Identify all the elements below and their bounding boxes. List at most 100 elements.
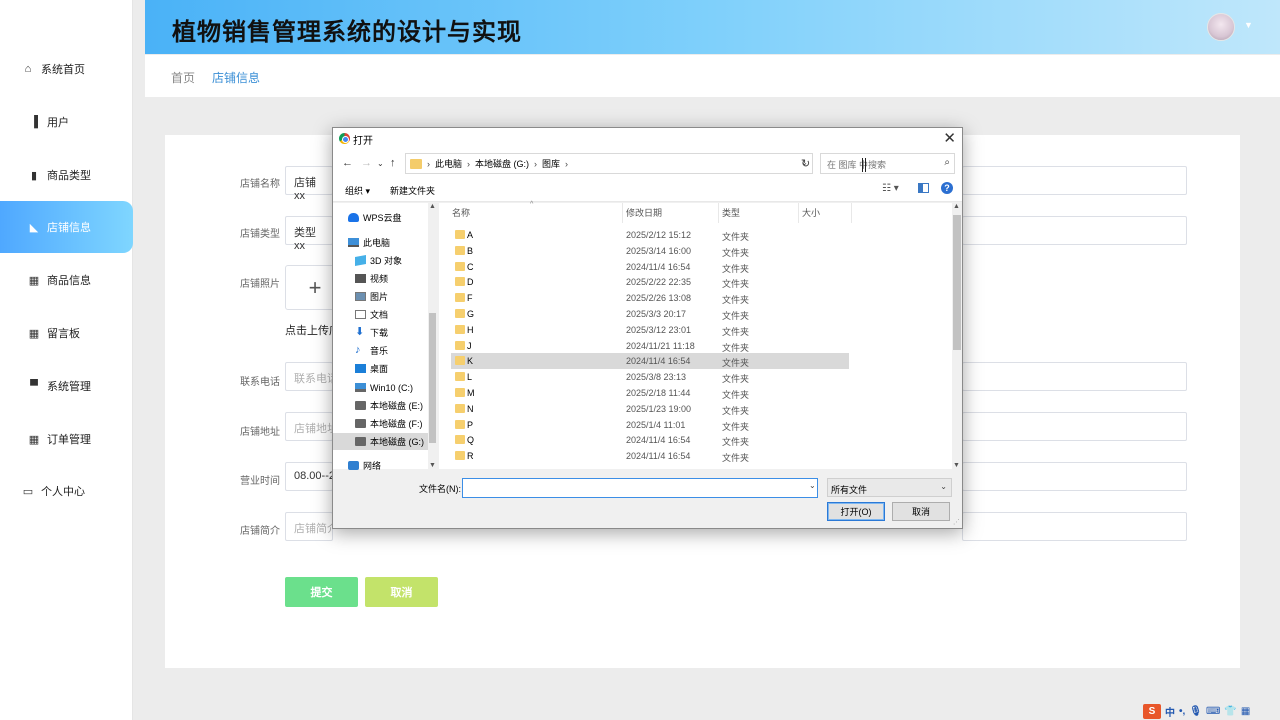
nav-item[interactable]: 此电脑 bbox=[333, 234, 429, 251]
chevron-down-icon[interactable]: ▼ bbox=[1244, 20, 1253, 30]
file-row[interactable]: M 2025/2/18 11:44 文件夹 bbox=[451, 385, 849, 401]
intro-input-tail[interactable] bbox=[962, 512, 1187, 541]
filename-input[interactable] bbox=[462, 478, 818, 498]
folder-icon bbox=[455, 324, 465, 334]
chevron-down-icon[interactable]: ⌄ bbox=[809, 481, 816, 490]
help-icon[interactable]: ? bbox=[941, 182, 953, 194]
sidebar-item-2[interactable]: ▮ 商品类型 bbox=[0, 149, 133, 201]
organize-menu[interactable]: 组织 ▾ bbox=[345, 184, 370, 197]
forward-arrow-icon[interactable]: → bbox=[361, 157, 372, 169]
file-name: D bbox=[467, 277, 474, 288]
file-row[interactable]: A 2025/2/12 15:12 文件夹 bbox=[451, 227, 849, 243]
grid-icon[interactable]: ▦ bbox=[1241, 706, 1250, 717]
column-type-header[interactable]: 类型 bbox=[722, 206, 740, 219]
cancel-button[interactable]: 取消 bbox=[365, 577, 438, 607]
breadcrumb-current: 店铺信息 bbox=[212, 71, 261, 85]
file-row[interactable]: N 2025/1/23 19:00 文件夹 bbox=[451, 401, 849, 417]
column-size-header[interactable]: 大小 bbox=[802, 206, 820, 219]
nav-item[interactable]: ⬇ 下载 bbox=[333, 324, 429, 341]
phone-input[interactable]: 联系电话 bbox=[285, 362, 333, 391]
nav-item[interactable]: 本地磁盘 (G:) bbox=[333, 433, 429, 450]
sidebar-item-7[interactable]: ▦ 订单管理 bbox=[0, 413, 133, 465]
nav-item[interactable]: 图片 bbox=[333, 288, 429, 305]
hours-input-tail[interactable] bbox=[962, 462, 1187, 491]
file-row[interactable]: Q 2024/11/4 16:54 文件夹 bbox=[451, 432, 849, 448]
punctuation-icon[interactable]: •, bbox=[1179, 706, 1185, 717]
address-input[interactable]: 店铺地址 bbox=[285, 412, 333, 441]
ime-logo-icon[interactable]: S bbox=[1143, 703, 1161, 719]
file-row[interactable]: R 2024/11/4 16:54 文件夹 bbox=[451, 448, 849, 464]
nav-item[interactable]: 本地磁盘 (E:) bbox=[333, 397, 429, 414]
sidebar-item-8[interactable]: ▭ 个人中心 bbox=[0, 465, 133, 517]
sidebar-item-6[interactable]: ▀ 系统管理 bbox=[0, 360, 133, 412]
file-list: ^ 名称 修改日期 类型 大小 ▲ ▼ A 2025/2/12 15:12 文件夹 B… bbox=[439, 201, 962, 469]
nav-item[interactable]: 3D 对象 bbox=[333, 252, 429, 269]
shop-name-input[interactable]: 店铺xx bbox=[285, 166, 333, 202]
path-segment[interactable]: 此电脑 bbox=[435, 157, 462, 170]
file-scrollbar[interactable]: ▲ ▼ bbox=[952, 203, 962, 469]
file-row[interactable]: P 2025/1/4 11:01 文件夹 bbox=[451, 417, 849, 433]
file-row[interactable]: H 2025/3/12 23:01 文件夹 bbox=[451, 322, 849, 338]
resize-grip-icon[interactable]: ⋰ bbox=[953, 518, 960, 526]
sidebar-item-3[interactable]: ◣ 店铺信息 bbox=[0, 201, 133, 253]
file-row[interactable]: J 2024/11/21 11:18 文件夹 bbox=[451, 338, 849, 354]
address-input-tail[interactable] bbox=[962, 412, 1187, 441]
nav-item[interactable]: 本地磁盘 (F:) bbox=[333, 415, 429, 432]
recent-chevron-icon[interactable]: ⌄ bbox=[377, 159, 384, 168]
folder-icon bbox=[455, 435, 465, 445]
nav-scrollbar[interactable]: ▲ ▼ bbox=[428, 203, 437, 469]
file-row[interactable]: L 2025/3/8 23:13 文件夹 bbox=[451, 369, 849, 385]
phone-input-tail[interactable] bbox=[962, 362, 1187, 391]
refresh-icon[interactable]: ↻ bbox=[801, 157, 810, 170]
file-scroll-thumb[interactable] bbox=[953, 215, 961, 350]
shop-name-input-tail[interactable] bbox=[962, 166, 1187, 195]
nav-item[interactable]: 视频 bbox=[333, 270, 429, 287]
path-segment[interactable]: 本地磁盘 (G:) bbox=[475, 157, 529, 170]
path-segment[interactable]: 图库 bbox=[542, 157, 560, 170]
column-name-header[interactable]: 名称 bbox=[452, 206, 470, 219]
open-button[interactable]: 打开(O) bbox=[827, 502, 885, 521]
shop-type-input[interactable]: 类型xx bbox=[285, 216, 333, 252]
file-row[interactable]: B 2025/3/14 16:00 文件夹 bbox=[451, 243, 849, 259]
view-options-icon[interactable]: ☷ ▾ bbox=[882, 183, 899, 194]
keyboard-icon[interactable]: ⌨ bbox=[1206, 706, 1220, 717]
preview-pane-icon[interactable] bbox=[918, 183, 929, 193]
nav-item[interactable]: 文档 bbox=[333, 306, 429, 323]
breadcrumb-home[interactable]: 首页 bbox=[171, 69, 195, 86]
file-row[interactable]: G 2025/3/3 20:17 文件夹 bbox=[451, 306, 849, 322]
nav-scroll-thumb[interactable] bbox=[429, 313, 436, 443]
file-row[interactable]: F 2025/2/26 13:08 文件夹 bbox=[451, 290, 849, 306]
microphone-icon[interactable]: 🎙 bbox=[1189, 706, 1202, 717]
close-icon[interactable]: ✕ bbox=[943, 129, 956, 147]
nav-item[interactable]: ♪ 音乐 bbox=[333, 342, 429, 359]
search-input[interactable]: 在 图库 中搜索 ⌕ bbox=[820, 153, 955, 174]
dialog-cancel-button[interactable]: 取消 bbox=[892, 502, 950, 521]
sidebar-item-5[interactable]: ▦ 留言板 bbox=[0, 307, 133, 359]
filetype-select[interactable]: 所有文件 ⌄ bbox=[827, 478, 952, 497]
file-row[interactable]: D 2025/2/22 22:35 文件夹 bbox=[451, 274, 849, 290]
file-row[interactable]: C 2024/11/4 16:54 文件夹 bbox=[451, 259, 849, 275]
nav-item[interactable]: Win10 (C:) bbox=[333, 379, 429, 396]
nav-item-label: 桌面 bbox=[370, 364, 389, 374]
shop-type-input-tail[interactable] bbox=[962, 216, 1187, 245]
nav-item[interactable]: 桌面 bbox=[333, 360, 429, 377]
address-path[interactable]: › 此电脑 › 本地磁盘 (G:) › 图库 › ⌄ bbox=[405, 153, 813, 174]
submit-button[interactable]: 提交 bbox=[285, 577, 358, 607]
hours-input[interactable]: 08.00--2 bbox=[285, 462, 333, 491]
sidebar-item-1[interactable]: ▐ 用户 bbox=[0, 96, 133, 148]
user-avatar[interactable] bbox=[1207, 13, 1235, 41]
shirt-icon[interactable]: 👕 bbox=[1224, 706, 1236, 717]
up-arrow-icon[interactable]: ↑ bbox=[390, 157, 396, 169]
sidebar-item-4[interactable]: ▦ 商品信息 bbox=[0, 254, 133, 306]
file-row[interactable]: K 2024/11/4 16:54 文件夹 bbox=[451, 353, 849, 370]
nav-item[interactable]: WPS云盘 bbox=[333, 209, 429, 226]
file-type: 文件夹 bbox=[722, 437, 750, 448]
back-arrow-icon[interactable]: ← bbox=[342, 157, 353, 169]
column-modified-header[interactable]: 修改日期 bbox=[626, 206, 662, 219]
nav-item[interactable]: 网络 bbox=[333, 457, 429, 474]
new-folder-button[interactable]: 新建文件夹 bbox=[390, 184, 435, 197]
folder-icon bbox=[455, 245, 465, 255]
ime-lang[interactable]: 中 bbox=[1165, 704, 1175, 719]
sidebar-item-0[interactable]: ⌂ 系统首页 bbox=[0, 43, 133, 95]
intro-input[interactable]: 店铺简介 bbox=[285, 512, 333, 541]
